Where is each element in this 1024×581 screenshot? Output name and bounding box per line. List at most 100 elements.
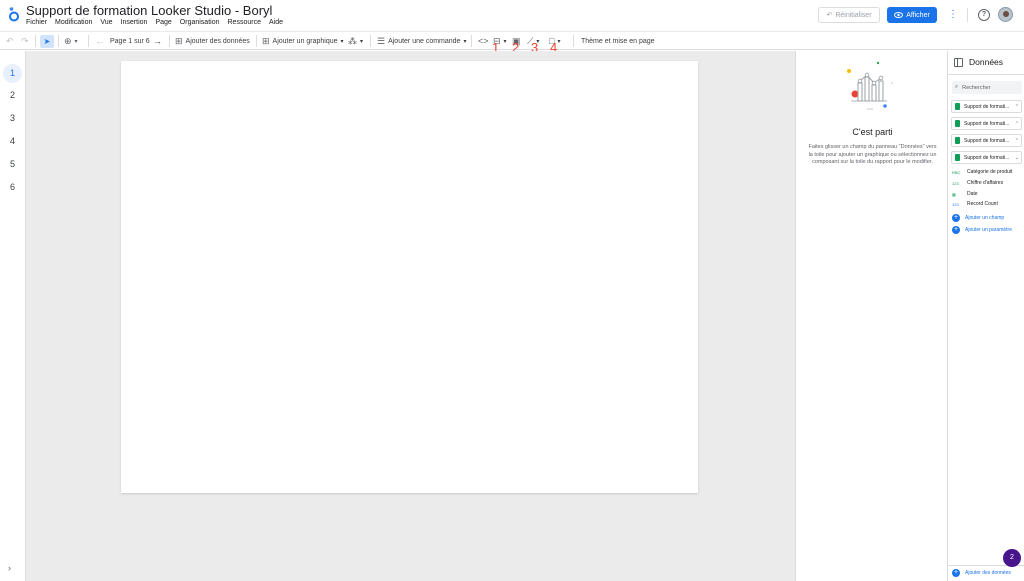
divider [948, 74, 1024, 75]
community-viz-icon: ⁂ [348, 35, 357, 46]
toolbar-divider [471, 35, 472, 47]
canvas-area [26, 51, 795, 581]
page-tab-2[interactable]: 2 [3, 86, 22, 105]
menu-page[interactable]: Page [155, 19, 171, 26]
toolbar-divider [35, 35, 36, 47]
field-item[interactable]: 123 Chiffre d'affaires [952, 180, 1003, 186]
view-button[interactable]: Afficher [887, 7, 937, 23]
page-navigator: 1 2 3 4 5 6 › [0, 51, 26, 581]
eye-icon [894, 12, 904, 18]
dropdown-icon: ▾ [463, 38, 467, 45]
dropdown-icon: ▾ [340, 38, 344, 45]
data-source-item[interactable]: Support de formati... ⌄ [951, 151, 1022, 164]
data-source-item[interactable]: Support de formati... ⌃ [951, 100, 1022, 113]
page-tab-4[interactable]: 4 [3, 132, 22, 151]
header-divider [967, 8, 968, 22]
data-source-item[interactable]: Support de formati... ⌃ [951, 117, 1022, 130]
notification-badge[interactable]: 2 [1003, 549, 1021, 567]
google-sheets-icon [955, 120, 960, 127]
search-icon: ⌕ [955, 84, 959, 90]
page-tab-3[interactable]: 3 [3, 109, 22, 128]
page-tab-1[interactable]: 1 [3, 64, 22, 83]
cursor-icon: ➤ [40, 34, 54, 48]
getting-started-illustration [847, 61, 893, 110]
google-sheets-icon [955, 137, 960, 144]
toolbar-divider [169, 35, 170, 47]
data-panel-header: Données [954, 57, 1003, 67]
user-avatar[interactable] [998, 7, 1013, 22]
menu-view[interactable]: Vue [100, 19, 112, 26]
report-canvas[interactable] [121, 61, 698, 493]
field-item[interactable]: 123 Record Count [952, 201, 998, 207]
undo-icon[interactable]: ↶ [6, 34, 14, 48]
field-item[interactable]: ▦ Date [952, 191, 978, 197]
menu-arrange[interactable]: Organisation [180, 19, 220, 26]
report-title[interactable]: Support de formation Looker Studio - Bor… [26, 3, 272, 18]
data-panel-icon [954, 57, 963, 67]
dropdown-icon: ▾ [360, 38, 364, 45]
page-indicator[interactable]: Page 1 sur 6 [110, 34, 150, 48]
getting-started-title: C'est parti [852, 127, 893, 137]
zoom-icon: ⊕ [64, 35, 72, 46]
expand-collapse-icon[interactable]: ⌃ [1015, 138, 1019, 144]
plus-icon: + [952, 569, 960, 577]
expand-collapse-icon[interactable]: ⌃ [1015, 121, 1019, 127]
add-chart-icon: ⊞ [262, 35, 270, 46]
toolbar-divider [573, 35, 574, 47]
add-data-source-button[interactable]: + Ajouter des données [952, 569, 1011, 577]
add-parameter-button[interactable]: + Ajouter un paramètre [952, 226, 1012, 234]
more-options-icon[interactable]: ⋮ [945, 8, 961, 22]
arrow-right-icon: → [153, 36, 162, 46]
menu-edit[interactable]: Modification [55, 19, 92, 26]
add-data-button[interactable]: ⊞ Ajouter des données [175, 34, 250, 48]
google-sheets-icon [955, 154, 960, 161]
field-item[interactable]: RBC Catégorie de produit [952, 169, 1012, 175]
google-sheets-icon [955, 103, 960, 110]
code-icon: <> [478, 36, 489, 46]
expand-collapse-icon[interactable]: ⌃ [1015, 104, 1019, 110]
menu-file[interactable]: Fichier [26, 19, 47, 26]
theme-layout-button[interactable]: Thème et mise en page [581, 34, 655, 48]
page-tab-6[interactable]: 6 [3, 178, 22, 197]
page-tab-5[interactable]: 5 [3, 155, 22, 174]
menu-bar: Fichier Modification Vue Insertion Page … [26, 19, 291, 26]
app-header: Support de formation Looker Studio - Bor… [0, 0, 1024, 31]
embed-url-button[interactable]: <> [478, 34, 489, 48]
redo-icon[interactable]: ↷ [21, 34, 29, 48]
expand-collapse-icon[interactable]: ⌄ [1015, 155, 1019, 161]
prev-page-button[interactable]: ← [95, 34, 104, 48]
menu-help[interactable]: Aide [269, 19, 283, 26]
toolbar-divider [88, 35, 89, 47]
add-chart-button[interactable]: ⊞ Ajouter un graphique ▾ [262, 34, 344, 48]
dropdown-icon: ▾ [503, 38, 507, 45]
help-icon[interactable]: ? [978, 9, 990, 21]
arrow-left-icon: ← [95, 36, 104, 46]
plus-icon: + [952, 226, 960, 234]
plus-icon: + [952, 214, 960, 222]
add-data-icon: ⊞ [175, 35, 183, 46]
add-field-button[interactable]: + Ajouter un champ [952, 214, 1004, 222]
toolbar-divider [370, 35, 371, 47]
select-tool[interactable]: ➤ [40, 34, 54, 48]
next-page-button[interactable]: → [153, 34, 162, 48]
looker-studio-logo[interactable] [7, 6, 21, 22]
add-control-button[interactable]: ☰ Ajouter une commande ▾ [377, 34, 466, 48]
expand-panel-icon[interactable]: › [8, 563, 11, 573]
properties-panel: C'est parti Faites glisser un champ du p… [795, 51, 948, 581]
undo-arrow-icon: ↶ [826, 12, 833, 19]
zoom-button[interactable]: ⊕ ▾ [64, 34, 78, 48]
text-type-icon: RBC [952, 169, 961, 175]
community-viz-button[interactable]: ⁂ ▾ [348, 34, 363, 48]
data-source-item[interactable]: Support de formati... ⌃ [951, 134, 1022, 147]
dropdown-icon: ▾ [557, 38, 561, 45]
control-icon: ☰ [377, 35, 386, 46]
number-type-icon: 123 [952, 180, 959, 186]
menu-insert[interactable]: Insertion [121, 19, 148, 26]
toolbar-divider [58, 35, 59, 47]
menu-resource[interactable]: Ressource [228, 19, 261, 26]
toolbar-divider [256, 35, 257, 47]
field-search-input[interactable]: ⌕ Rechercher [952, 81, 1022, 94]
dropdown-icon: ▾ [74, 38, 78, 45]
data-panel: Données ⌕ Rechercher Support de formati.… [948, 51, 1024, 581]
reset-button[interactable]: ↶ Réinitialiser [818, 7, 880, 23]
